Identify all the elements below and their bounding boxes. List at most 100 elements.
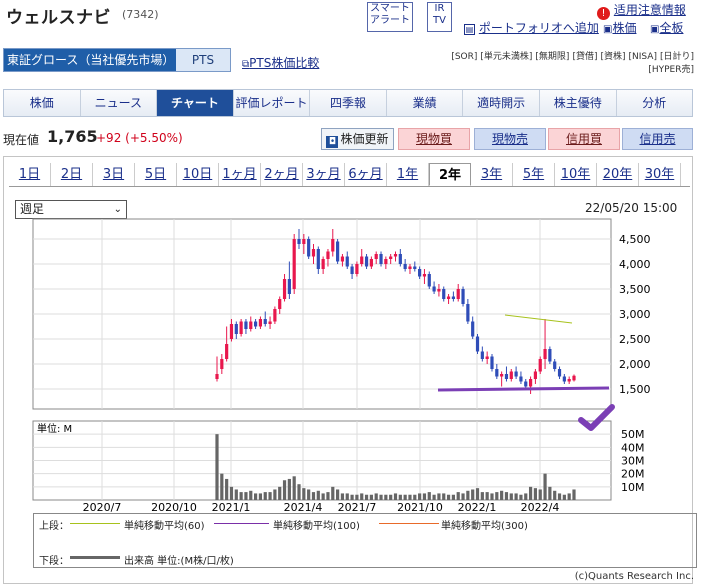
price-tick: 3,000 — [619, 308, 651, 321]
volume-bar — [509, 493, 513, 500]
price-axis: 4,500 4,000 3,500 3,000 2,500 2,000 1,500 — [619, 233, 651, 396]
candle-body — [490, 356, 494, 369]
volume-tick: 30M — [621, 455, 645, 468]
candle-body — [451, 296, 455, 299]
candle-body — [350, 266, 354, 274]
volume-bar — [398, 494, 402, 500]
volume-bar — [215, 434, 219, 500]
volume-bar — [533, 488, 538, 500]
candle-body — [369, 259, 373, 267]
volume-tick: 20M — [621, 468, 645, 481]
price-tick: 2,500 — [619, 333, 651, 346]
candle-body — [519, 376, 523, 382]
volume-bar — [432, 494, 436, 500]
volume-bar — [548, 486, 552, 500]
volume-bar — [282, 480, 287, 500]
volume-bar — [408, 494, 412, 500]
volume-bar — [567, 493, 571, 500]
volume-bar — [287, 478, 291, 500]
legend-upper-label: 上段： — [39, 521, 69, 532]
price-tick: 4,500 — [619, 233, 651, 246]
candle-body — [495, 369, 499, 377]
volume-bar — [229, 486, 234, 500]
volume-tick: 50M — [621, 428, 645, 441]
candle-body — [456, 289, 460, 299]
volume-bar — [263, 492, 267, 500]
candle-body — [500, 374, 504, 377]
candle-body — [393, 254, 398, 257]
volume-bar — [413, 494, 417, 500]
volume-bar — [302, 488, 306, 500]
candle-body — [533, 371, 538, 379]
volume-bar — [427, 492, 431, 500]
volume-bar — [562, 494, 566, 500]
candle-body — [229, 324, 234, 339]
volume-bar — [446, 494, 451, 500]
volume-bar — [466, 490, 470, 500]
volume-bar — [437, 493, 441, 500]
volume-bar — [220, 473, 224, 500]
price-tick: 4,000 — [619, 258, 651, 271]
candle-body — [292, 239, 296, 289]
candle-body — [538, 359, 542, 372]
volume-bar — [340, 493, 345, 500]
volume-bar — [316, 490, 320, 500]
volume-bar — [456, 492, 460, 500]
volume-bar — [364, 494, 369, 500]
candle-body — [403, 264, 407, 269]
candle-body — [461, 289, 465, 304]
volume-bar — [514, 493, 518, 500]
ma100-swatch — [214, 523, 269, 524]
candle-body — [572, 375, 576, 381]
volume-tick: 10M — [621, 481, 645, 494]
volume-bar — [471, 489, 475, 500]
price-tick: 1,500 — [619, 383, 651, 396]
legend-volume: 出来高 単位:(M株/口/枚) — [124, 556, 234, 567]
candle-body — [340, 256, 345, 262]
candle-body — [345, 256, 349, 267]
candle-body — [374, 254, 378, 259]
candle-body — [225, 344, 229, 359]
candle-body — [422, 274, 427, 277]
price-tick: 2,000 — [619, 358, 651, 371]
ma300-swatch — [379, 523, 439, 524]
candle-body — [480, 351, 484, 359]
candle-body — [244, 321, 248, 329]
candle-body — [466, 304, 470, 322]
volume-bar — [239, 492, 243, 500]
candle-body — [548, 349, 552, 362]
candle-body — [418, 269, 422, 277]
candle-body — [509, 371, 513, 379]
candle-body — [562, 376, 566, 382]
volume-bar — [418, 493, 422, 500]
volume-bar — [504, 492, 509, 500]
candle-body — [471, 321, 475, 337]
candle-body — [307, 239, 311, 257]
volume-bar — [403, 494, 407, 500]
candle-body — [408, 266, 412, 269]
candle-body — [282, 279, 287, 299]
volume-bar — [572, 489, 576, 500]
volume-bar — [442, 493, 446, 500]
candle-body — [543, 349, 547, 359]
candle-body — [331, 239, 335, 252]
volume-bar — [500, 490, 504, 500]
volume-bar — [249, 490, 253, 500]
volume-bar — [355, 494, 359, 500]
volume-bar — [234, 489, 238, 500]
volume-bar — [360, 493, 364, 500]
volume-bar — [225, 478, 229, 500]
volume-bar — [393, 493, 398, 500]
volume-bar — [268, 492, 272, 500]
chart-legend: 上段： 単純移動平均(60) 単純移動平均(100) 単純移動平均(300) 下… — [33, 513, 697, 568]
candle-body — [557, 369, 562, 377]
volume-bar — [292, 476, 296, 500]
candle-body — [278, 299, 282, 309]
volume-bar — [384, 494, 388, 500]
volume-bar — [253, 493, 258, 500]
price-tick: 3,500 — [619, 283, 651, 296]
volume-bar — [451, 494, 455, 500]
candle-body — [336, 241, 340, 262]
legend-ma100: 単純移動平均(100) — [273, 521, 360, 532]
volume-bar — [475, 488, 480, 500]
